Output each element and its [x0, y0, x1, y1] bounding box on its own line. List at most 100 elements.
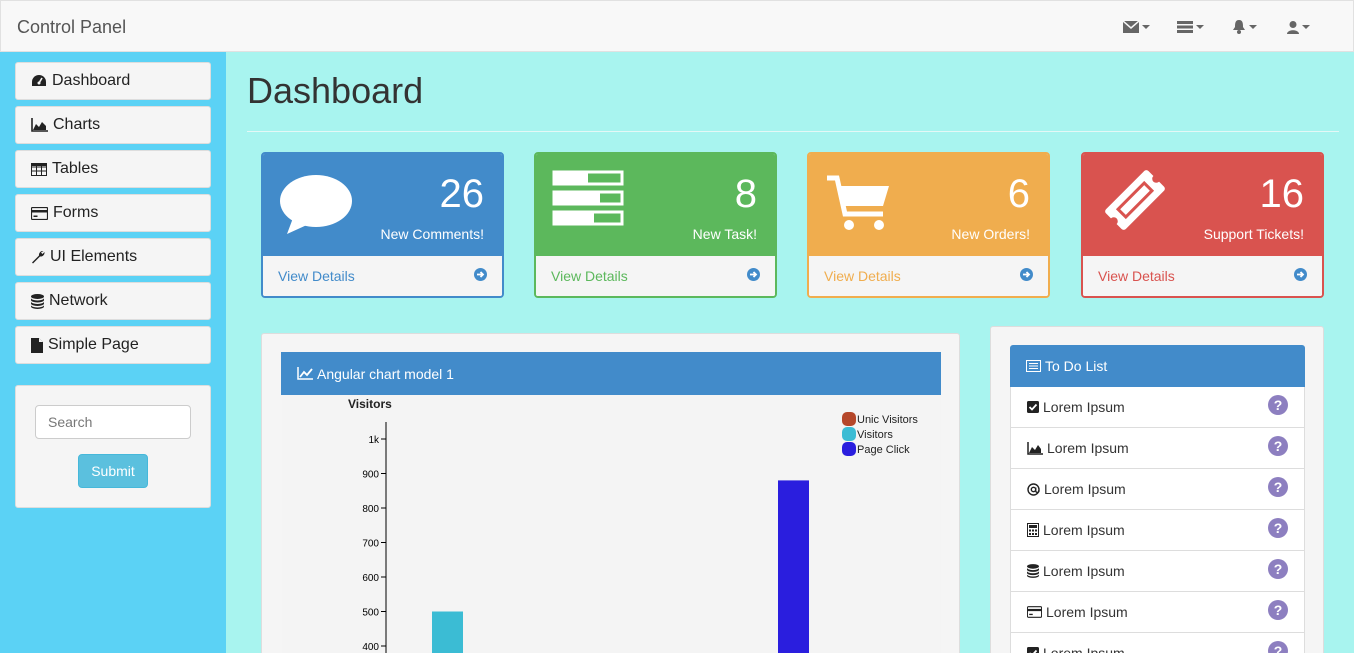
- view-details-link[interactable]: View Details: [809, 256, 1048, 296]
- alerts-dropdown[interactable]: [1217, 16, 1271, 38]
- sidebar-item-label: Forms: [53, 204, 99, 221]
- messages-dropdown[interactable]: [1109, 16, 1163, 38]
- view-details-link[interactable]: View Details: [263, 256, 502, 296]
- question-icon[interactable]: ?: [1268, 559, 1288, 579]
- top-navbar: Control Panel: [0, 0, 1354, 52]
- panel-heading: 26 New Comments!: [263, 154, 502, 256]
- arrow-circle-right-icon: [747, 268, 760, 281]
- todo-item[interactable]: Lorem Ipsum ?: [1010, 633, 1305, 653]
- panel-count: 6: [1007, 172, 1030, 216]
- todo-title: To Do List: [1045, 358, 1108, 374]
- y-tick-label: 400: [362, 642, 379, 653]
- sidebar-item-simple-page[interactable]: Simple Page: [15, 326, 211, 364]
- panel-count: 16: [1259, 172, 1305, 216]
- todo-item-label: Lorem Ipsum: [1043, 522, 1125, 538]
- view-details-link[interactable]: View Details: [536, 256, 775, 296]
- credit-card-icon: [1027, 606, 1042, 618]
- y-tick-label: 700: [362, 539, 379, 550]
- arrow-circle-right-icon: [1020, 268, 1033, 281]
- legend-swatch: [842, 412, 856, 426]
- todo-item[interactable]: Lorem Ipsum ?: [1010, 592, 1305, 633]
- arrow-circle-right-icon: [474, 268, 487, 281]
- bell-icon: [1232, 20, 1245, 34]
- question-icon[interactable]: ?: [1268, 395, 1288, 415]
- panel-tickets: 16 Support Tickets! View Details: [1081, 152, 1324, 298]
- panel-label: Support Tickets!: [1203, 226, 1304, 242]
- user-dropdown[interactable]: [1271, 16, 1325, 38]
- view-details-label: View Details: [278, 268, 355, 284]
- user-icon: [1286, 20, 1299, 34]
- search-panel: Submit: [15, 385, 211, 508]
- panel-tasks: 8 New Task! View Details: [534, 152, 777, 298]
- calculator-icon: [1027, 523, 1039, 537]
- todo-list: Lorem Ipsum ? Lorem Ipsum ? Lorem Ipsum …: [1010, 387, 1305, 653]
- panel-comments: 26 New Comments! View Details: [261, 152, 504, 298]
- bar-page-click: [778, 480, 809, 653]
- todo-item-label: Lorem Ipsum: [1043, 563, 1125, 579]
- y-tick-label: 1k: [368, 435, 380, 446]
- question-icon[interactable]: ?: [1268, 641, 1288, 653]
- database-icon: [31, 293, 44, 309]
- envelope-icon: [1122, 21, 1139, 33]
- area-chart-icon: [31, 118, 48, 132]
- chart-panel: Angular chart model 1 Visitors 400 500 600 7…: [261, 333, 960, 653]
- panel-count: 8: [734, 172, 757, 216]
- brand-title[interactable]: Control Panel: [17, 17, 126, 38]
- dashboard-icon: [32, 75, 46, 86]
- bar-visitors: [432, 611, 463, 653]
- database-icon: [1027, 564, 1039, 578]
- legend-swatch: [842, 427, 856, 441]
- question-icon[interactable]: ?: [1268, 477, 1288, 497]
- todo-item-label: Lorem Ipsum: [1047, 440, 1129, 456]
- todo-item-label: Lorem Ipsum: [1043, 399, 1125, 415]
- y-tick-label: 500: [362, 608, 379, 619]
- legend-label: Page Click: [857, 444, 910, 456]
- list-alt-icon: [1026, 360, 1041, 372]
- tasks-dropdown[interactable]: [1163, 16, 1217, 38]
- todo-item[interactable]: Lorem Ipsum ?: [1010, 551, 1305, 592]
- sidebar-item-label: Network: [49, 292, 108, 309]
- panel-heading: 16 Support Tickets!: [1083, 154, 1322, 256]
- y-tick-label: 900: [362, 470, 379, 481]
- wrench-icon: [32, 250, 45, 264]
- sidebar-item-network[interactable]: Network: [15, 282, 211, 320]
- question-icon[interactable]: ?: [1268, 600, 1288, 620]
- view-details-label: View Details: [551, 268, 628, 284]
- todo-item[interactable]: Lorem Ipsum ?: [1010, 428, 1305, 469]
- legend-swatch: [842, 442, 856, 456]
- question-icon[interactable]: ?: [1268, 436, 1288, 456]
- sidebar-item-forms[interactable]: Forms: [15, 194, 211, 232]
- todo-item[interactable]: Lorem Ipsum ?: [1010, 510, 1305, 551]
- todo-item[interactable]: Lorem Ipsum ?: [1010, 469, 1305, 510]
- panel-label: New Orders!: [951, 226, 1030, 242]
- submit-button[interactable]: Submit: [78, 454, 148, 488]
- panel-heading: 6 New Orders!: [809, 154, 1048, 256]
- todo-item-label: Lorem Ipsum: [1046, 604, 1128, 620]
- shopping-cart-icon: [827, 175, 889, 230]
- sidebar-item-dashboard[interactable]: Dashboard: [15, 62, 211, 100]
- sidebar-item-label: Simple Page: [48, 336, 139, 353]
- todo-item-label: Lorem Ipsum: [1044, 481, 1126, 497]
- panel-orders: 6 New Orders! View Details: [807, 152, 1050, 298]
- search-input[interactable]: [35, 405, 191, 439]
- sidebar-item-label: Dashboard: [52, 72, 131, 89]
- y-tick-label: 800: [362, 504, 379, 515]
- sidebar-item-charts[interactable]: Charts: [15, 106, 211, 144]
- sidebar-item-ui-elements[interactable]: UI Elements: [15, 238, 211, 276]
- at-icon: [1027, 482, 1040, 496]
- view-details-label: View Details: [824, 268, 901, 284]
- todo-panel: To Do List Lorem Ipsum ? Lorem Ipsum ? L…: [990, 326, 1324, 653]
- todo-item[interactable]: Lorem Ipsum ?: [1010, 387, 1305, 428]
- sidebar-item-label: Tables: [52, 160, 99, 177]
- todo-item-label: Lorem Ipsum: [1043, 645, 1125, 653]
- arrow-circle-right-icon: [1294, 268, 1307, 281]
- sidebar-item-tables[interactable]: Tables: [15, 150, 211, 188]
- file-icon: [31, 337, 43, 353]
- tasks-icon: [552, 170, 624, 226]
- ticket-icon: [1105, 170, 1165, 230]
- view-details-link[interactable]: View Details: [1083, 256, 1322, 296]
- question-icon[interactable]: ?: [1268, 518, 1288, 538]
- view-details-label: View Details: [1098, 268, 1175, 284]
- legend-label: Unic Visitors: [857, 414, 918, 426]
- panel-label: New Task!: [692, 226, 757, 242]
